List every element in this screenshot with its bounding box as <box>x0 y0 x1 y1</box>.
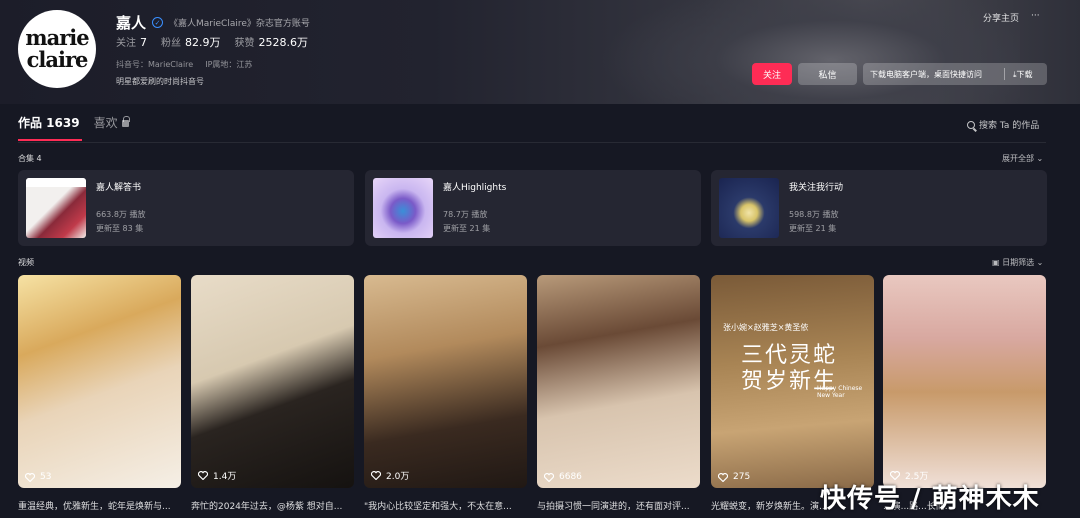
followers-count: 82.9万 <box>185 36 221 49</box>
heart-icon <box>198 471 208 480</box>
lock-icon <box>121 116 130 127</box>
likes-count: 2.0万 <box>386 472 410 482</box>
collection-card[interactable]: 嘉人Highlights 78.7万 播放 更新至 21 集 <box>365 170 701 246</box>
name-row: 嘉人 ✓ 《嘉人MarieClaire》杂志官方账号 <box>116 12 310 33</box>
heart-icon <box>544 472 554 482</box>
video-likes: 275 <box>718 472 750 482</box>
download-client-banner[interactable]: 下载电脑客户端，桌面快捷访问 ⤓下载 <box>863 63 1047 85</box>
download-label: 下载 <box>1016 69 1033 79</box>
collection-thumbnail <box>26 178 86 238</box>
heart-icon <box>371 471 381 480</box>
share-area: 分享主页 ··· <box>983 11 1040 24</box>
video-title[interactable]: "我内心比较坚定和强大，不太在意... <box>364 499 527 512</box>
share-homepage-button[interactable]: 分享主页 <box>983 11 1019 24</box>
avatar[interactable]: marie claire <box>18 10 96 88</box>
verify-icon: ✓ <box>152 17 164 28</box>
more-button[interactable]: ··· <box>1031 11 1040 24</box>
follow-button[interactable]: 关注 <box>752 63 792 85</box>
collections-label: 合集 4 <box>18 154 42 163</box>
collection-card[interactable]: 嘉人解答书 663.8万 播放 更新至 83 集 <box>18 170 354 246</box>
collection-updated: 更新至 21 集 <box>443 224 491 233</box>
date-filter-label: 日期筛选 <box>1002 258 1035 267</box>
search-works-label: 搜索 Ta 的作品 <box>979 121 1040 131</box>
collection-title: 嘉人Highlights <box>443 183 507 193</box>
heart-icon <box>718 472 728 482</box>
collection-thumbnail <box>373 178 433 238</box>
expand-all-button[interactable]: 展开全部 ⌄ <box>1002 153 1043 164</box>
video-likes: 6686 <box>544 472 582 482</box>
ip-location: IP属地：江苏 <box>205 60 253 69</box>
watermark: 快传号 / 萌神木木 <box>820 484 1040 514</box>
video-card[interactable]: 2.5万 <box>883 275 1046 488</box>
profile-meta: 抖音号：MarieClaire IP属地：江苏 <box>116 59 252 70</box>
tab-likes[interactable]: 喜欢 <box>93 114 130 131</box>
likes-stat: 获赞 2528.6万 <box>235 34 309 50</box>
collection-updated: 更新至 21 集 <box>789 224 837 233</box>
profile-stats: 关注 7 粉丝 82.9万 获赞 2528.6万 <box>116 34 308 50</box>
collection-plays: 598.8万 播放 <box>789 210 839 219</box>
heart-icon <box>25 472 35 482</box>
likes-count: 2528.6万 <box>258 36 309 49</box>
poster-names: 张小婉×赵雅芝×黄圣依 <box>723 323 809 332</box>
video-card[interactable]: 53 <box>18 275 181 488</box>
message-button[interactable]: 私信 <box>798 63 857 85</box>
avatar-logo-line1: marie <box>25 25 89 50</box>
collection-card[interactable]: 我关注我行动 598.8万 播放 更新至 21 集 <box>711 170 1047 246</box>
following-count: 7 <box>140 36 147 49</box>
video-title[interactable]: 重温经典，优雅新生，蛇年是焕新与... <box>18 499 181 512</box>
likes-label: 获赞 <box>234 38 255 49</box>
calendar-icon: ▣ <box>992 258 1000 267</box>
date-filter-button[interactable]: ▣ 日期筛选 ⌄ <box>992 257 1043 268</box>
following-stat[interactable]: 关注 7 <box>116 34 147 50</box>
followers-label: 粉丝 <box>161 38 181 49</box>
chevron-down-icon: ⌄ <box>1036 258 1044 267</box>
chevron-down-icon: ⌄ <box>1036 154 1044 163</box>
tab-works[interactable]: 作品 1639 <box>18 114 82 141</box>
certification-text: 《嘉人MarieClaire》杂志官方账号 <box>169 19 310 29</box>
poster-english: Happy Chinese New Year <box>817 385 863 399</box>
profile-name: 嘉人 <box>116 14 147 32</box>
search-icon <box>967 120 975 129</box>
header-banner-image <box>600 0 1020 104</box>
likes-count: 53 <box>40 472 52 482</box>
video-likes: 53 <box>25 472 51 482</box>
video-likes: 1.4万 <box>198 469 236 482</box>
download-button[interactable]: ⤓下载 <box>1005 69 1033 80</box>
likes-count: 6686 <box>559 472 582 482</box>
video-card[interactable]: 1.4万 <box>191 275 354 488</box>
likes-count: 275 <box>733 472 751 482</box>
video-card[interactable]: 6686 <box>537 275 700 488</box>
followers-stat[interactable]: 粉丝 82.9万 <box>161 34 221 50</box>
search-works-button[interactable]: 搜索 Ta 的作品 <box>967 118 1039 131</box>
video-title[interactable]: 与拍摄习惯一同演进的，还有面对评... <box>537 499 700 512</box>
likes-count: 1.4万 <box>213 472 237 482</box>
collection-thumbnail <box>719 178 779 238</box>
video-title[interactable]: 奔忙的2024年过去，@杨紫 想对自... <box>191 499 354 512</box>
following-label: 关注 <box>116 38 136 49</box>
profile-tabs: 作品 1639 喜欢 <box>18 114 130 141</box>
douyin-id: 抖音号：MarieClaire <box>116 60 194 69</box>
download-prompt: 下载电脑客户端，桌面快捷访问 <box>870 69 982 79</box>
expand-all-label: 展开全部 <box>1002 154 1034 163</box>
collection-plays: 663.8万 播放 <box>96 210 146 219</box>
profile-bio: 明星都爱刷的时尚抖音号 <box>116 77 204 86</box>
tabs-divider <box>18 142 1046 143</box>
video-likes: 2.0万 <box>371 469 409 482</box>
video-card[interactable]: 张小婉×赵雅芝×黄圣依 三代灵蛇 贺岁新生 Happy Chinese New … <box>711 275 874 488</box>
collection-title: 嘉人解答书 <box>96 183 142 193</box>
collection-updated: 更新至 83 集 <box>96 224 144 233</box>
avatar-logo-line2: claire <box>26 47 89 72</box>
video-card[interactable]: 2.0万 <box>364 275 527 488</box>
tab-likes-label: 喜欢 <box>93 116 118 130</box>
collection-plays: 78.7万 播放 <box>443 210 488 219</box>
thumbnail-banner <box>26 178 86 187</box>
collection-title: 我关注我行动 <box>789 183 844 193</box>
videos-label: 视频 <box>18 258 34 267</box>
